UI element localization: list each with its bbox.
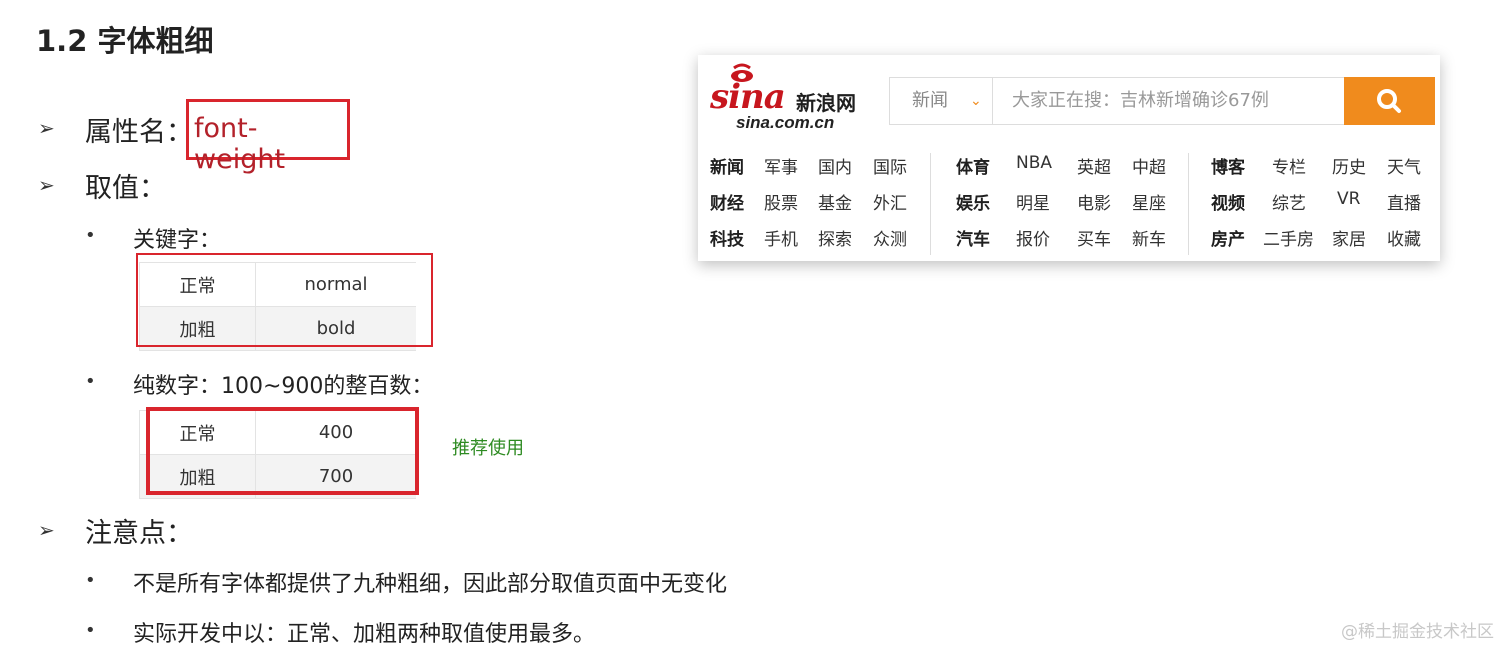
property-label: 属性名： bbox=[85, 117, 193, 148]
property-value-box: font-weight bbox=[186, 99, 350, 175]
note-item: 实际开发中以：正常、加粗两种取值使用最多。 bbox=[133, 622, 596, 647]
nav-link[interactable]: 视频 bbox=[1211, 189, 1245, 214]
dot-bullet-icon: • bbox=[85, 225, 96, 246]
property-value: font-weight bbox=[194, 113, 286, 175]
nav-link[interactable]: VR bbox=[1337, 189, 1360, 209]
sina-header-screenshot: sina 新浪网 sina.com.cn 新闻 ⌄ 大家正在搜：吉林新增确诊67… bbox=[698, 55, 1440, 261]
nav-link[interactable]: 天气 bbox=[1387, 153, 1421, 178]
arrow-bullet-icon: ➢ bbox=[38, 116, 55, 140]
section-title: 1.2 字体粗细 bbox=[36, 24, 214, 58]
nav-link[interactable]: 报价 bbox=[1016, 225, 1050, 250]
nav-link[interactable]: 专栏 bbox=[1272, 153, 1306, 178]
nav-link[interactable]: 基金 bbox=[818, 189, 852, 214]
search-input[interactable]: 大家正在搜：吉林新增确诊67例 bbox=[1012, 78, 1269, 124]
search-button[interactable] bbox=[1344, 77, 1435, 125]
nav-link[interactable]: 科技 bbox=[710, 225, 744, 250]
search-icon bbox=[1377, 89, 1401, 113]
nav-link[interactable]: 众测 bbox=[873, 225, 907, 250]
nav-link[interactable]: 外汇 bbox=[873, 189, 907, 214]
nav-link[interactable]: 军事 bbox=[764, 153, 798, 178]
note-item: 不是所有字体都提供了九种粗细，因此部分取值页面中无变化 bbox=[133, 572, 728, 597]
nav-link[interactable]: 探索 bbox=[818, 225, 852, 250]
nav-link[interactable]: 房产 bbox=[1211, 225, 1245, 250]
nav-link[interactable]: 娱乐 bbox=[956, 189, 990, 214]
nav-link[interactable]: 汽车 bbox=[956, 225, 990, 250]
sina-logo-domain: sina.com.cn bbox=[736, 113, 835, 132]
nav-link[interactable]: 明星 bbox=[1016, 189, 1050, 214]
nav-divider bbox=[930, 153, 931, 255]
nav-link[interactable]: 国内 bbox=[818, 153, 852, 178]
nav-link[interactable]: NBA bbox=[1016, 153, 1052, 173]
nav-link[interactable]: 收藏 bbox=[1387, 225, 1421, 250]
nav-link[interactable]: 星座 bbox=[1132, 189, 1166, 214]
nav-link[interactable]: 新闻 bbox=[710, 153, 744, 178]
nav-link[interactable]: 买车 bbox=[1077, 225, 1111, 250]
nav-divider bbox=[1188, 153, 1189, 255]
sina-logo-word: sina bbox=[710, 77, 786, 117]
arrow-bullet-icon: ➢ bbox=[38, 518, 55, 542]
nav-link[interactable]: 直播 bbox=[1387, 189, 1421, 214]
watermark: @稀土掘金技术社区 bbox=[1341, 622, 1494, 642]
nav-link[interactable]: 中超 bbox=[1132, 153, 1166, 178]
arrow-bullet-icon: ➢ bbox=[38, 173, 55, 197]
notes-heading: 注意点： bbox=[85, 518, 193, 549]
nav-link[interactable]: 历史 bbox=[1332, 153, 1366, 178]
chevron-down-icon: ⌄ bbox=[970, 93, 982, 109]
nav-link[interactable]: 英超 bbox=[1077, 153, 1111, 178]
keywords-label: 关键字： bbox=[133, 228, 222, 253]
nav-link[interactable]: 综艺 bbox=[1272, 189, 1306, 214]
values-heading: 取值： bbox=[85, 173, 166, 204]
nav-link[interactable]: 手机 bbox=[764, 225, 798, 250]
nav-link[interactable]: 股票 bbox=[764, 189, 798, 214]
sina-search-bar: 新闻 ⌄ 大家正在搜：吉林新增确诊67例 bbox=[889, 77, 1435, 125]
nav-link[interactable]: 体育 bbox=[956, 153, 990, 178]
nav-link[interactable]: 国际 bbox=[873, 153, 907, 178]
dot-bullet-icon: • bbox=[85, 570, 96, 591]
numbers-label: 纯数字：100~900的整百数： bbox=[133, 374, 434, 399]
nav-link[interactable]: 二手房 bbox=[1263, 225, 1314, 250]
recommend-note: 推荐使用 bbox=[452, 438, 524, 459]
nav-link[interactable]: 电影 bbox=[1077, 189, 1111, 214]
dot-bullet-icon: • bbox=[85, 371, 96, 392]
dot-bullet-icon: • bbox=[85, 620, 96, 641]
keywords-highlight-box bbox=[136, 253, 433, 347]
nav-link[interactable]: 新车 bbox=[1132, 225, 1166, 250]
sina-logo-cn: 新浪网 bbox=[796, 91, 856, 115]
numbers-highlight-box bbox=[146, 407, 419, 495]
nav-link[interactable]: 家居 bbox=[1332, 225, 1366, 250]
nav-link[interactable]: 博客 bbox=[1211, 153, 1245, 178]
nav-link[interactable]: 财经 bbox=[710, 189, 744, 214]
